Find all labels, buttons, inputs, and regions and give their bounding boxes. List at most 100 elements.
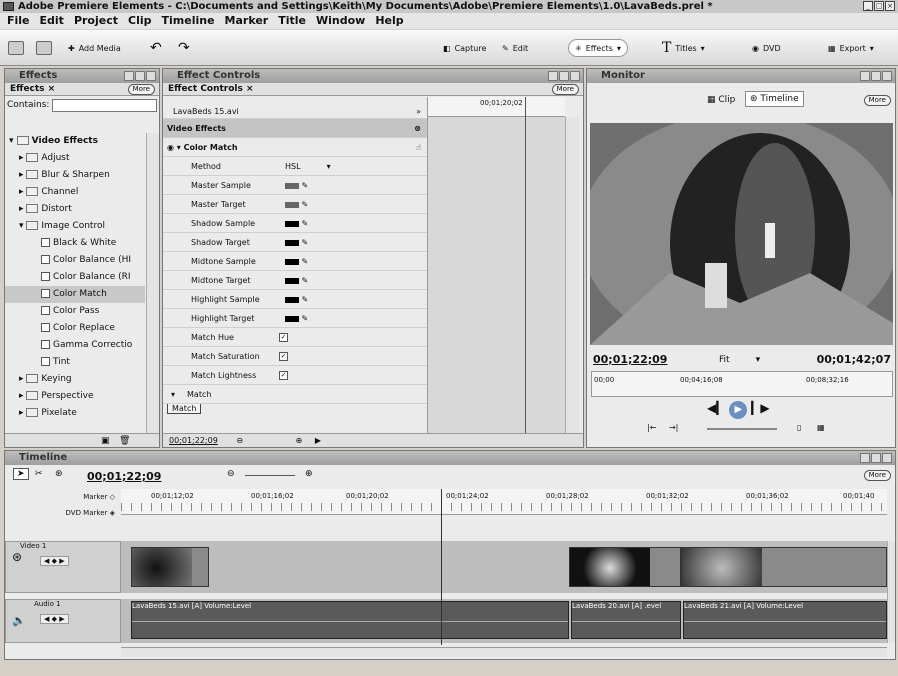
- audio-clip[interactable]: LavaBeds 21.avi [A] Volume:Level: [683, 601, 887, 639]
- tree-item-color-balance-hls[interactable]: Color Balance (HI: [5, 252, 145, 269]
- tree-item-image-control[interactable]: ▾ Image Control: [5, 218, 145, 235]
- color-swatch[interactable]: [285, 296, 299, 303]
- eyedropper-icon[interactable]: ✎: [302, 181, 309, 190]
- titles-button[interactable]: T Titles ▾: [662, 39, 705, 57]
- current-time-indicator[interactable]: [525, 97, 526, 433]
- export-button[interactable]: ▦ Export ▾: [828, 39, 874, 57]
- eyedropper-icon[interactable]: ✎: [302, 257, 309, 266]
- eyedropper-icon[interactable]: ✎: [302, 276, 309, 285]
- marker-row[interactable]: Marker ◇: [5, 489, 115, 505]
- color-swatch[interactable]: [285, 258, 299, 265]
- menu-file[interactable]: File: [2, 13, 35, 29]
- menu-marker[interactable]: Marker: [220, 13, 274, 29]
- timeline-vertical-scrollbar[interactable]: [887, 541, 895, 643]
- color-swatch[interactable]: [285, 220, 299, 227]
- hand-icon[interactable]: ☝: [416, 138, 421, 157]
- match-lightness-checkbox[interactable]: ✓: [279, 371, 288, 380]
- timeline-ruler[interactable]: 00;01;12;02 00;01;16;02 00;01;20;02 00;0…: [121, 489, 887, 515]
- new-folder-icon[interactable]: ▣: [101, 436, 110, 446]
- safe-margin-icon[interactable]: ▦: [817, 423, 825, 432]
- contains-search-input[interactable]: [52, 98, 157, 112]
- panel-window-controls[interactable]: [548, 71, 580, 81]
- go-to-in-icon[interactable]: |←: [647, 423, 656, 432]
- tree-item-blur-sharpen[interactable]: ▸ Blur & Sharpen: [5, 167, 145, 184]
- tree-item-distort[interactable]: ▸ Distort: [5, 201, 145, 218]
- edit-button[interactable]: ✎ Edit: [502, 39, 528, 57]
- fit-select[interactable]: Fit ▾: [719, 355, 760, 365]
- undo-button[interactable]: ↶: [150, 39, 162, 57]
- tree-item-color-match[interactable]: Color Match: [5, 286, 145, 303]
- video-clip[interactable]: [131, 547, 209, 587]
- zoom-slider[interactable]: [245, 475, 295, 476]
- frame-icon[interactable]: ▯: [797, 423, 801, 432]
- step-back-icon[interactable]: ◀▎: [707, 401, 725, 415]
- tree-item-color-pass[interactable]: Color Pass: [5, 303, 145, 320]
- shuttle-slider[interactable]: [707, 428, 777, 430]
- zoom-in-icon[interactable]: ⊕: [296, 436, 303, 445]
- color-swatch[interactable]: [285, 201, 299, 208]
- color-swatch[interactable]: [285, 277, 299, 284]
- go-to-out-icon[interactable]: →|: [669, 423, 678, 432]
- eyedropper-icon[interactable]: ✎: [302, 200, 309, 209]
- keyframe-nav[interactable]: ◀ ◆ ▶: [40, 614, 69, 624]
- close-button[interactable]: ×: [885, 1, 895, 11]
- menu-title[interactable]: Title: [273, 13, 311, 29]
- eyedropper-icon[interactable]: ✎: [302, 238, 309, 247]
- section-toggle-icon[interactable]: ⊗: [414, 119, 421, 138]
- tab-effects[interactable]: Effects × More: [5, 83, 159, 96]
- video-clip[interactable]: [569, 547, 681, 587]
- effects-scrollbar[interactable]: [146, 133, 159, 433]
- step-forward-icon[interactable]: ▎▶: [751, 401, 769, 415]
- timeline-horizontal-scrollbar[interactable]: [121, 647, 887, 657]
- tree-item-color-replace[interactable]: Color Replace: [5, 320, 145, 337]
- tree-item-color-balance-rgb[interactable]: Color Balance (RI: [5, 269, 145, 286]
- color-swatch[interactable]: [285, 182, 299, 189]
- timeline-playhead[interactable]: [441, 489, 442, 645]
- match-hue-checkbox[interactable]: ✓: [279, 333, 288, 342]
- eyedropper-icon[interactable]: ✎: [302, 295, 309, 304]
- zoom-out-icon[interactable]: ⊖: [236, 436, 243, 445]
- eye-icon[interactable]: ⊛: [12, 550, 22, 564]
- menu-timeline[interactable]: Timeline: [157, 13, 220, 29]
- timeline-timecode[interactable]: 00;01;22;09: [87, 470, 161, 483]
- eyedropper-icon[interactable]: ✎: [302, 219, 309, 228]
- tree-item-channel[interactable]: ▸ Channel: [5, 184, 145, 201]
- panel-window-controls[interactable]: [124, 71, 156, 81]
- effects-button[interactable]: ✳ Effects ▾: [568, 39, 628, 57]
- tab-effect-controls[interactable]: Effect Controls × More: [163, 83, 583, 96]
- color-match-row[interactable]: ◉ ▾ Color Match ☝: [163, 138, 427, 157]
- tree-item-keying[interactable]: ▸ Keying: [5, 371, 145, 388]
- add-media-button[interactable]: ✚ Add Media: [68, 39, 121, 57]
- maximize-button[interactable]: □: [874, 1, 884, 11]
- effect-controls-timecode[interactable]: 00;01;22;09: [169, 436, 218, 445]
- clip-tab[interactable]: ▦ Clip: [707, 95, 735, 105]
- audio-clip[interactable]: LavaBeds 20.avi [A] .evel: [571, 601, 681, 639]
- menu-help[interactable]: Help: [370, 13, 408, 29]
- more-button[interactable]: More: [863, 95, 891, 106]
- razor-tool-icon[interactable]: ✂: [35, 469, 43, 479]
- play-button[interactable]: ▶: [729, 401, 748, 419]
- timeline-tab[interactable]: ⊛ Timeline: [745, 91, 804, 107]
- color-swatch[interactable]: [285, 239, 299, 246]
- menu-edit[interactable]: Edit: [35, 13, 69, 29]
- tree-item-perspective[interactable]: ▸ Perspective: [5, 388, 145, 405]
- monitor-ruler[interactable]: 00;00 00;04;16;08 00;08;32;16: [591, 371, 893, 397]
- more-button[interactable]: More: [127, 84, 155, 95]
- new-project-button[interactable]: [8, 39, 24, 57]
- zoom-in-icon[interactable]: ⊕: [305, 469, 313, 479]
- dvd-marker-row[interactable]: DVD Marker ◈: [5, 505, 115, 521]
- panel-window-controls[interactable]: [860, 71, 892, 81]
- audio-clip[interactable]: LavaBeds 15.avi [A] Volume:Level: [131, 601, 569, 639]
- minimize-button[interactable]: _: [863, 1, 873, 11]
- capture-button[interactable]: ◧ Capture: [443, 39, 486, 57]
- tree-item-black-white[interactable]: Black & White: [5, 235, 145, 252]
- tree-item-gamma-correction[interactable]: Gamma Correctio: [5, 337, 145, 354]
- panel-window-controls[interactable]: [860, 453, 892, 463]
- method-select[interactable]: HSL ▾: [285, 157, 331, 176]
- tree-item-adjust[interactable]: ▸ Adjust: [5, 150, 145, 167]
- redo-button[interactable]: ↷: [178, 39, 190, 57]
- dvd-button[interactable]: ◉ DVD: [752, 39, 781, 57]
- menu-clip[interactable]: Clip: [123, 13, 157, 29]
- match-button[interactable]: Match: [167, 403, 202, 414]
- tree-item-tint[interactable]: Tint: [5, 354, 145, 371]
